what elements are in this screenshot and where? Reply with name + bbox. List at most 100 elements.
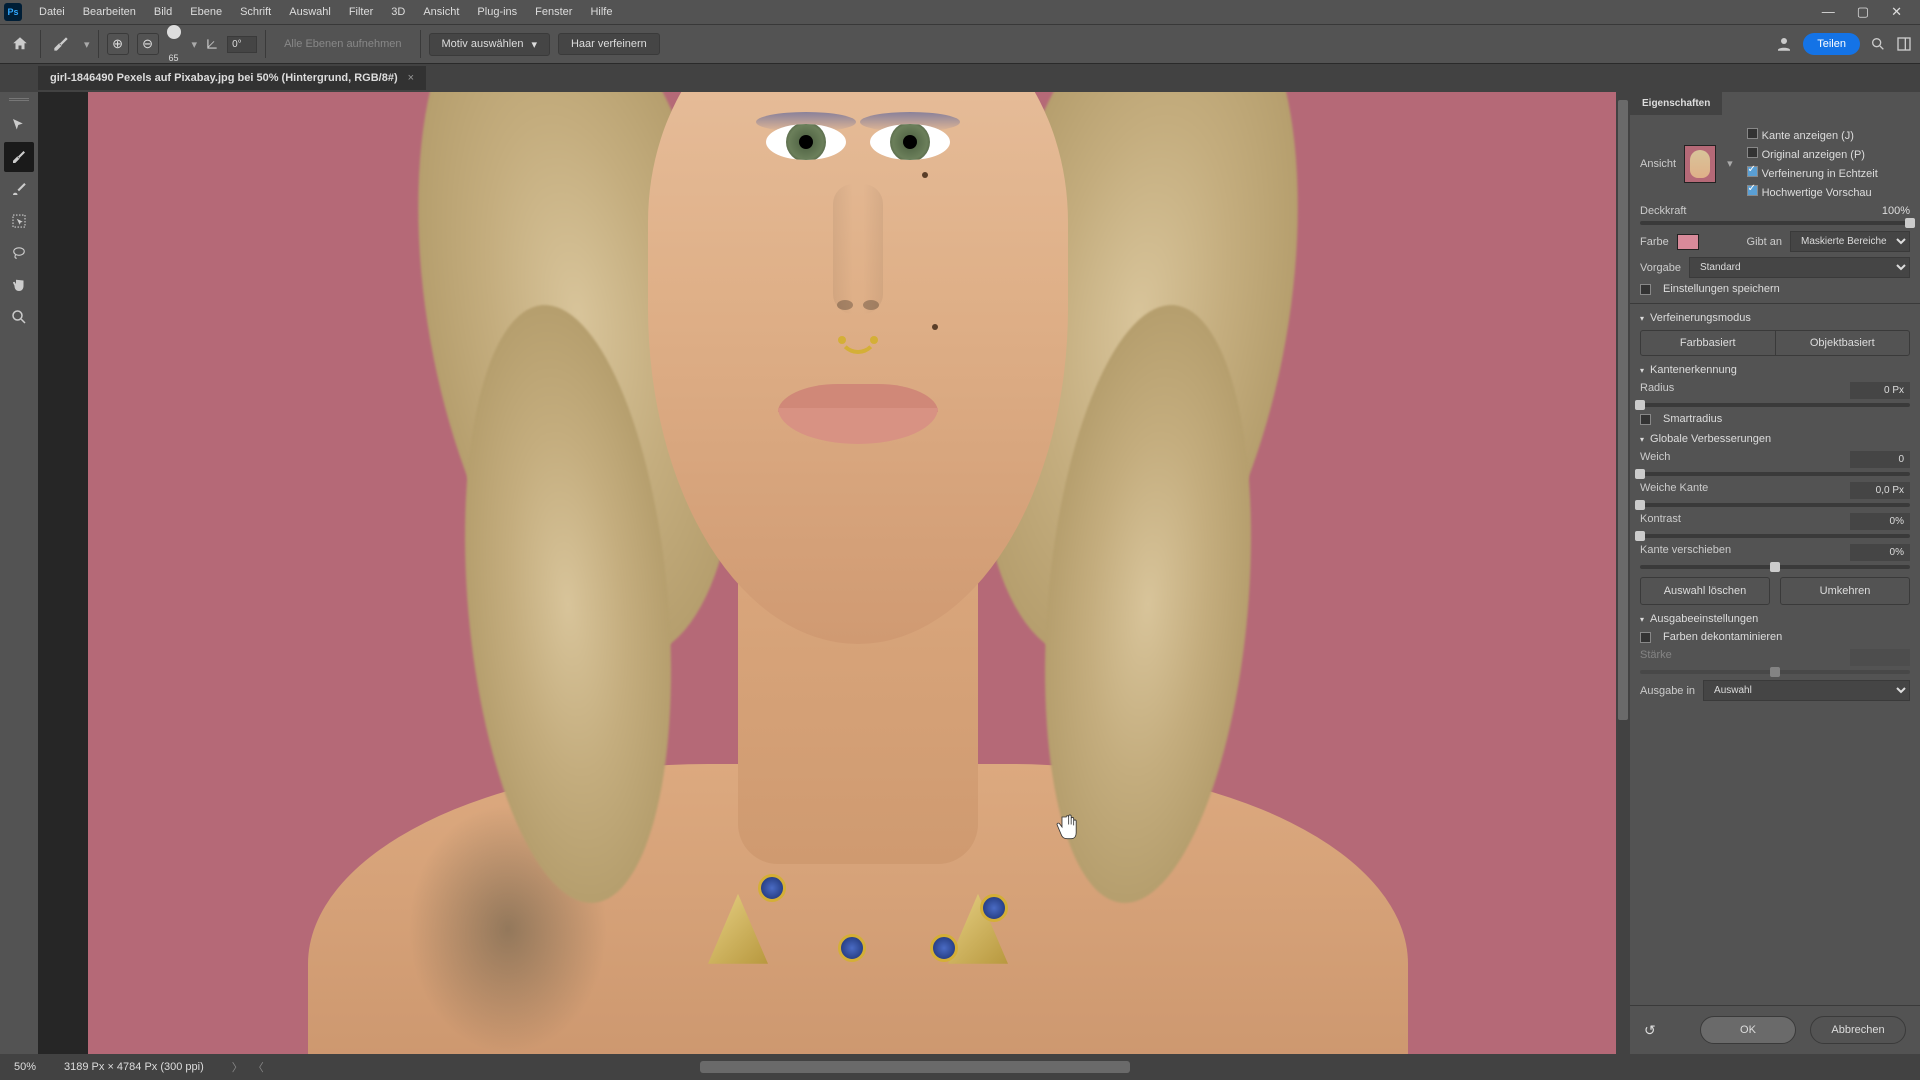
window-minimize-icon[interactable]: —: [1822, 4, 1835, 20]
scrollbar-thumb[interactable]: [1618, 100, 1628, 720]
menu-image[interactable]: Bild: [145, 2, 181, 22]
subtract-mode-icon[interactable]: ⊖: [137, 33, 159, 55]
output-to-label: Ausgabe in: [1640, 685, 1695, 697]
color-based-button[interactable]: Farbbasiert: [1641, 331, 1776, 355]
search-icon[interactable]: [1870, 36, 1886, 52]
brush-tool[interactable]: [4, 174, 34, 204]
refine-mode-section[interactable]: ▾Verfeinerungsmodus: [1640, 312, 1910, 324]
smooth-slider[interactable]: [1640, 472, 1910, 476]
preset-label: Vorgabe: [1640, 262, 1681, 274]
workspace-icon[interactable]: [1896, 36, 1912, 52]
hand-tool[interactable]: [4, 270, 34, 300]
show-original-checkbox[interactable]: Original anzeigen (P): [1747, 147, 1878, 161]
tool-palette: [0, 92, 38, 1054]
brush-tool-icon[interactable]: [49, 32, 73, 56]
options-bar: ▾ ⊕ ⊖ 65 ▾ Alle Ebenen aufnehmen Motiv a…: [0, 24, 1920, 64]
reset-icon[interactable]: ↺: [1644, 1022, 1656, 1039]
app-icon: Ps: [4, 3, 22, 21]
menu-file[interactable]: Datei: [30, 2, 74, 22]
menu-layer[interactable]: Ebene: [181, 2, 231, 22]
document-tab-row: girl-1846490 Pexels auf Pixabay.jpg bei …: [0, 64, 1920, 92]
menu-select[interactable]: Auswahl: [280, 2, 340, 22]
add-mode-icon[interactable]: ⊕: [107, 33, 129, 55]
properties-panel: Eigenschaften Ansicht ▾ Kante anzeigen (…: [1630, 92, 1920, 1054]
edge-detection-section[interactable]: ▾Kantenerkennung: [1640, 364, 1910, 376]
share-button[interactable]: Teilen: [1803, 33, 1860, 55]
horizontal-scrollbar[interactable]: [700, 1061, 1130, 1073]
opacity-slider[interactable]: [1640, 221, 1910, 225]
invert-button[interactable]: Umkehren: [1780, 577, 1910, 605]
document-canvas[interactable]: [88, 92, 1616, 1054]
strength-label: Stärke: [1640, 649, 1672, 666]
preset-select[interactable]: Standard: [1689, 257, 1910, 278]
realtime-refine-checkbox[interactable]: Verfeinerung in Echtzeit: [1747, 166, 1878, 180]
feather-slider[interactable]: [1640, 503, 1910, 507]
ok-button[interactable]: OK: [1700, 1016, 1796, 1044]
brush-dropdown-icon[interactable]: ▾: [84, 38, 90, 51]
feather-input[interactable]: [1850, 482, 1910, 499]
shift-edge-slider[interactable]: [1640, 565, 1910, 569]
menu-type[interactable]: Schrift: [231, 2, 280, 22]
zoom-tool[interactable]: [4, 302, 34, 332]
lasso-tool[interactable]: [4, 238, 34, 268]
clear-selection-button[interactable]: Auswahl löschen: [1640, 577, 1770, 605]
properties-tab[interactable]: Eigenschaften: [1630, 92, 1722, 115]
show-edge-checkbox[interactable]: Kante anzeigen (J): [1747, 128, 1878, 142]
menu-bar: Ps Datei Bearbeiten Bild Ebene Schrift A…: [0, 0, 1920, 24]
decontaminate-checkbox[interactable]: Farben dekontaminieren: [1640, 631, 1910, 643]
close-tab-icon[interactable]: ×: [408, 72, 414, 84]
opacity-value[interactable]: 100%: [1882, 205, 1910, 217]
output-to-select[interactable]: Auswahl: [1703, 680, 1910, 701]
angle-input[interactable]: [227, 36, 257, 53]
quick-select-tool[interactable]: [4, 110, 34, 140]
contrast-slider[interactable]: [1640, 534, 1910, 538]
chevron-down-icon: ▾: [531, 38, 537, 51]
save-settings-checkbox[interactable]: Einstellungen speichern: [1640, 283, 1910, 295]
document-tab[interactable]: girl-1846490 Pexels auf Pixabay.jpg bei …: [38, 66, 426, 90]
object-based-button[interactable]: Objektbasiert: [1776, 331, 1910, 355]
menu-3d[interactable]: 3D: [382, 2, 414, 22]
palette-grip-icon[interactable]: [9, 98, 29, 104]
cancel-button[interactable]: Abbrechen: [1810, 1016, 1906, 1044]
global-refinements-section[interactable]: ▾Globale Verbesserungen: [1640, 433, 1910, 445]
document-title: girl-1846490 Pexels auf Pixabay.jpg bei …: [50, 72, 398, 84]
view-label: Ansicht: [1640, 158, 1676, 170]
menu-plugins[interactable]: Plug-ins: [468, 2, 526, 22]
menu-help[interactable]: Hilfe: [581, 2, 621, 22]
brush-preview-icon[interactable]: [167, 25, 181, 39]
color-label: Farbe: [1640, 236, 1669, 248]
angle-icon: [205, 37, 219, 51]
brush-size-dropdown-icon[interactable]: ▾: [192, 38, 198, 51]
window-maximize-icon[interactable]: ▢: [1857, 4, 1869, 20]
smooth-input[interactable]: [1850, 451, 1910, 468]
sample-all-layers: Alle Ebenen aufnehmen: [274, 34, 411, 54]
home-icon[interactable]: [8, 32, 32, 56]
object-select-tool[interactable]: [4, 206, 34, 236]
zoom-level[interactable]: 50%: [14, 1061, 36, 1073]
color-swatch[interactable]: [1677, 234, 1699, 250]
status-caret-icon[interactable]: 〉: [232, 1059, 243, 1075]
user-icon[interactable]: [1775, 35, 1793, 53]
window-close-icon[interactable]: ✕: [1891, 4, 1902, 20]
view-thumbnail[interactable]: [1684, 145, 1716, 183]
menu-view[interactable]: Ansicht: [414, 2, 468, 22]
menu-window[interactable]: Fenster: [526, 2, 581, 22]
hq-preview-checkbox[interactable]: Hochwertige Vorschau: [1747, 185, 1878, 199]
shift-edge-input[interactable]: [1850, 544, 1910, 561]
radius-slider[interactable]: [1640, 403, 1910, 407]
vertical-scrollbar[interactable]: [1616, 92, 1630, 1054]
select-subject-button[interactable]: Motiv auswählen▾: [429, 33, 550, 56]
menu-edit[interactable]: Bearbeiten: [74, 2, 145, 22]
contrast-input[interactable]: [1850, 513, 1910, 530]
status-prev-icon[interactable]: 〈: [253, 1059, 264, 1075]
refine-hair-button[interactable]: Haar verfeinern: [558, 33, 660, 55]
radius-input[interactable]: [1850, 382, 1910, 399]
smartradius-checkbox[interactable]: Smartradius: [1640, 413, 1910, 425]
output-settings-section[interactable]: ▾Ausgabeeinstellungen: [1640, 613, 1910, 625]
indicates-select[interactable]: Maskierte Bereiche: [1790, 231, 1910, 252]
menu-filter[interactable]: Filter: [340, 2, 382, 22]
canvas-area[interactable]: [38, 92, 1616, 1054]
view-dropdown-icon[interactable]: ▾: [1727, 157, 1733, 170]
refine-brush-tool[interactable]: [4, 142, 34, 172]
contrast-label: Kontrast: [1640, 513, 1681, 530]
